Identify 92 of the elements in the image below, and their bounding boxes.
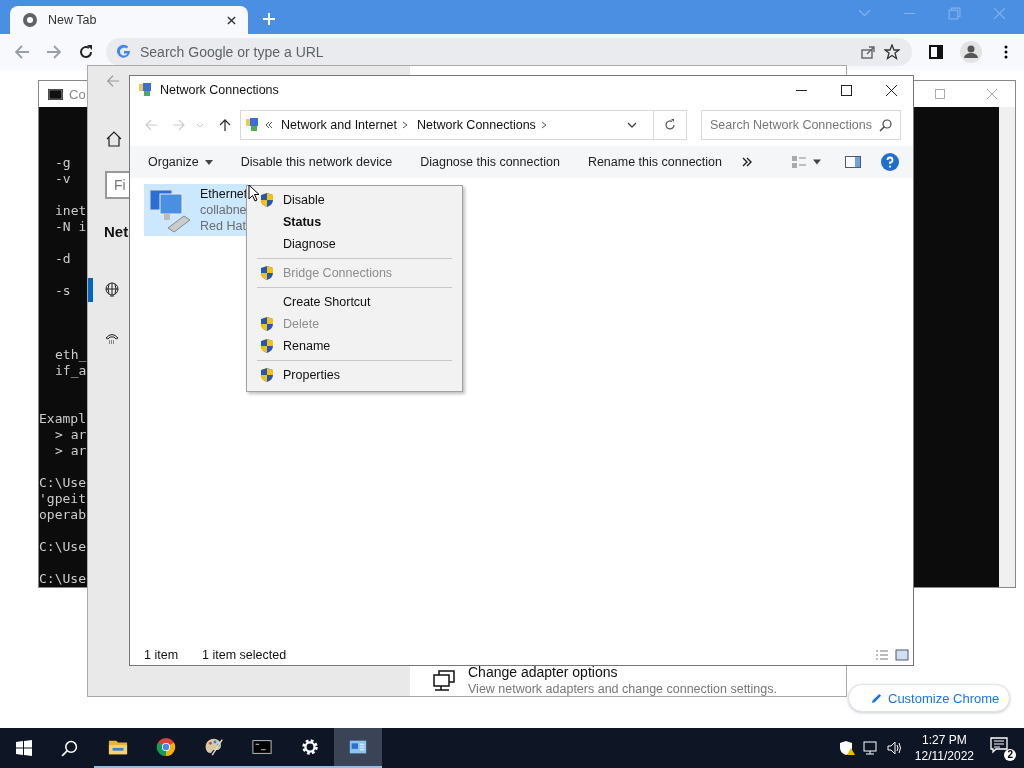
google-g-icon bbox=[116, 44, 132, 60]
console-text: if_a bbox=[55, 363, 87, 378]
search-icon[interactable] bbox=[61, 739, 78, 757]
windows-start-icon[interactable] bbox=[16, 740, 32, 756]
link-description: View network adapters and change connection settings. bbox=[468, 681, 777, 696]
close-tab-icon[interactable] bbox=[227, 15, 236, 25]
breadcrumb[interactable]: Network and Internet bbox=[281, 118, 398, 132]
security-warning-icon[interactable] bbox=[838, 740, 855, 756]
breadcrumb[interactable]: Network Connections bbox=[417, 118, 536, 132]
customize-chrome-button[interactable]: Customize Chrome bbox=[848, 684, 1010, 712]
volume-icon[interactable] bbox=[886, 740, 903, 756]
adapter-detail: Red Hat bbox=[200, 218, 247, 234]
console-text: C:\Use bbox=[39, 539, 86, 554]
share-icon[interactable] bbox=[860, 44, 876, 60]
console-text: -v bbox=[55, 171, 71, 186]
command-button[interactable]: Rename this connection bbox=[579, 149, 730, 175]
console-text: inet bbox=[55, 203, 87, 218]
menu-item[interactable]: Rename bbox=[249, 335, 460, 357]
console-text: -g bbox=[55, 155, 71, 170]
search-field[interactable]: Fi bbox=[105, 171, 130, 199]
chrome-icon bbox=[156, 737, 176, 757]
search-icon bbox=[879, 118, 893, 132]
console-text: > ar bbox=[55, 427, 87, 442]
network-taskbar-button[interactable] bbox=[334, 728, 382, 768]
section-heading: Net bbox=[104, 223, 129, 240]
menu-item[interactable]: Create Shortcut bbox=[249, 291, 460, 313]
clock[interactable]: 1:27 PM 12/11/2022 bbox=[914, 732, 974, 764]
side-panel-icon[interactable] bbox=[928, 44, 944, 60]
menu-item[interactable]: Properties bbox=[249, 364, 460, 386]
profile-icon[interactable] bbox=[960, 41, 982, 63]
console-icon bbox=[48, 88, 63, 100]
console-text: 'gpeit bbox=[39, 491, 86, 506]
address-bar[interactable]: Network and Internet Network Connections bbox=[240, 110, 687, 140]
caret-icon[interactable] bbox=[813, 158, 821, 166]
reload-icon[interactable] bbox=[78, 44, 94, 60]
close-icon[interactable] bbox=[886, 84, 897, 96]
notification-count: 2 bbox=[1004, 749, 1016, 761]
more-commands-icon[interactable] bbox=[742, 157, 752, 167]
maximize-icon[interactable] bbox=[841, 84, 852, 96]
window-title: Network Connections bbox=[160, 83, 279, 97]
command-button[interactable]: Diagnose this connection bbox=[412, 149, 568, 175]
home-icon[interactable] bbox=[106, 131, 122, 147]
console-text: eth_ bbox=[55, 347, 87, 362]
double-chevron-icon bbox=[265, 121, 273, 129]
help-icon[interactable] bbox=[881, 153, 899, 171]
console-text: -d bbox=[55, 251, 71, 266]
globe-icon bbox=[104, 282, 120, 298]
adapter-detail: collabne bbox=[200, 202, 248, 218]
change-adapter-link[interactable]: Change adapter options bbox=[468, 664, 777, 681]
command-button[interactable]: Disable this network device bbox=[232, 149, 401, 175]
menu-item[interactable]: Diagnose bbox=[249, 233, 460, 255]
chevron-right-icon[interactable] bbox=[539, 121, 548, 129]
console-text: Exampl bbox=[39, 411, 86, 426]
console-text: > ar bbox=[55, 443, 87, 458]
notification-icon bbox=[990, 736, 1008, 754]
new-tab-icon[interactable] bbox=[263, 13, 275, 25]
address-bar[interactable]: Search Google or type a URL bbox=[106, 38, 912, 66]
refresh-icon bbox=[663, 118, 677, 132]
chevron-right-icon[interactable] bbox=[401, 121, 410, 129]
time-text: 1:27 PM bbox=[922, 732, 967, 748]
chrome-logo-icon bbox=[22, 12, 38, 28]
monitors-icon bbox=[432, 669, 456, 693]
console-text: C:\Use bbox=[39, 571, 86, 586]
network-folder-icon bbox=[138, 82, 154, 98]
date-text: 12/11/2022 bbox=[914, 748, 974, 764]
adapter-name: Ethernet bbox=[200, 186, 248, 202]
window-title: Co bbox=[69, 86, 86, 102]
notifications-button[interactable]: 2 bbox=[990, 736, 1014, 760]
console-text: -N i bbox=[55, 219, 87, 234]
settings-icon bbox=[300, 737, 320, 757]
star-icon[interactable] bbox=[884, 44, 900, 60]
network-folder-icon bbox=[245, 117, 261, 133]
caret-icon bbox=[204, 159, 213, 165]
menu-item[interactable]: Status bbox=[249, 211, 460, 233]
status-text: 1 item bbox=[144, 648, 179, 662]
pencil-icon bbox=[871, 692, 882, 704]
status-text: 1 item selected bbox=[202, 648, 287, 662]
palette-icon bbox=[204, 737, 224, 757]
console-text: -s bbox=[55, 283, 71, 298]
console-text: C:\Use bbox=[39, 475, 86, 490]
network-adapter-item[interactable]: Ethernet collabne Red Hat bbox=[144, 184, 248, 236]
preview-pane-icon[interactable] bbox=[845, 154, 861, 170]
console-text: operab bbox=[39, 507, 86, 522]
mouse-pointer-icon bbox=[248, 184, 260, 202]
dropdown-icon[interactable] bbox=[627, 120, 637, 130]
up-arrow-icon[interactable] bbox=[218, 118, 232, 132]
scrollbar[interactable] bbox=[999, 107, 1015, 587]
network-status-icon[interactable] bbox=[862, 740, 879, 756]
large-icons-view-icon[interactable] bbox=[895, 648, 909, 662]
command-button[interactable]: Organize bbox=[140, 149, 221, 175]
console-icon bbox=[252, 737, 272, 757]
browser-tab[interactable]: New Tab bbox=[10, 6, 248, 34]
